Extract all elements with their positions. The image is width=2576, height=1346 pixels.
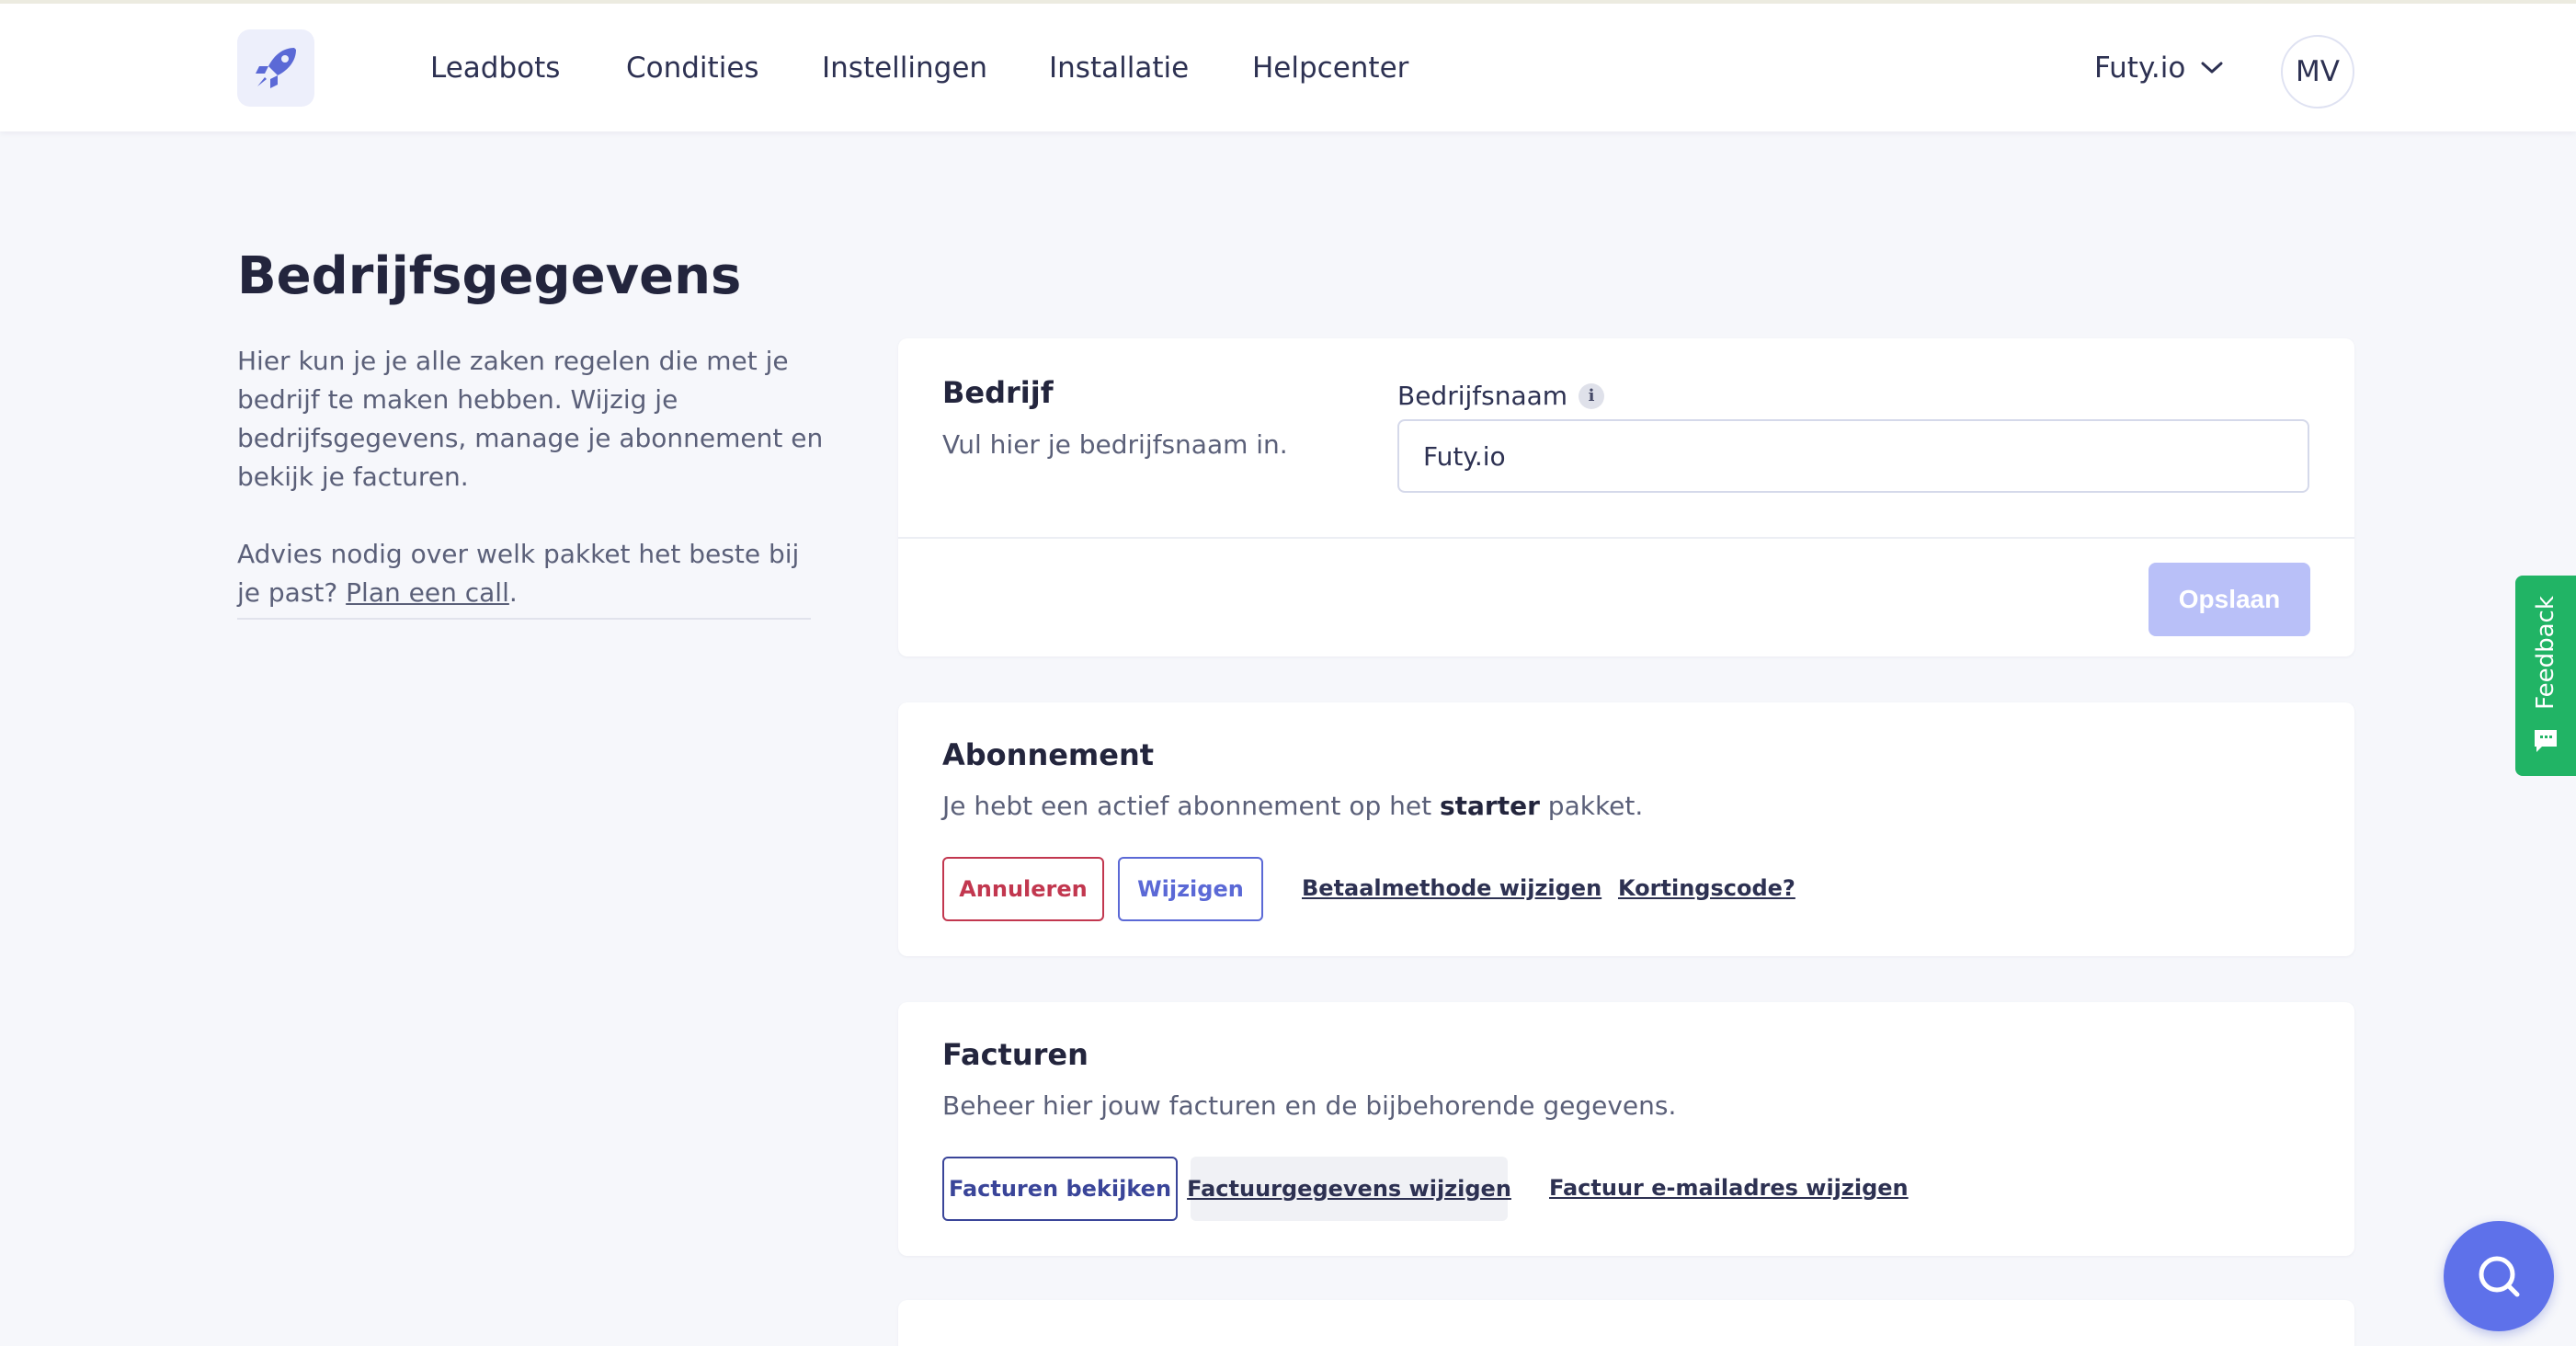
invoices-card: Facturen Beheer hier jouw facturen en de… — [898, 1002, 2354, 1256]
page-title: Bedrijfsgegevens — [237, 246, 742, 306]
account-switcher[interactable]: Futy.io — [2094, 51, 2224, 85]
plan-name: starter — [1439, 791, 1540, 821]
rocket-icon — [256, 48, 296, 88]
cancel-subscription-button[interactable]: Annuleren — [942, 857, 1104, 921]
company-name-input[interactable] — [1397, 419, 2309, 493]
futy-logo[interactable] — [237, 29, 314, 107]
next-card-partial — [898, 1300, 2354, 1346]
subscription-card: Abonnement Je hebt een actief abonnement… — [898, 702, 2354, 956]
intro-divider — [237, 618, 811, 620]
feedback-tab[interactable]: Feedback — [2515, 576, 2576, 776]
chevron-down-icon — [2201, 62, 2223, 74]
save-button[interactable]: Opslaan — [2149, 563, 2310, 636]
nav-condities[interactable]: Condities — [626, 51, 759, 85]
subscription-text: Je hebt een actief abonnement op het — [942, 791, 1440, 821]
nav-instellingen[interactable]: Instellingen — [822, 51, 987, 85]
advice-text: Advies nodig over welk pakket het beste … — [237, 539, 800, 608]
company-name-label-text: Bedrijfsnaam — [1397, 381, 1568, 411]
view-invoices-button[interactable]: Facturen bekijken — [942, 1157, 1178, 1221]
nav-leadbots[interactable]: Leadbots — [430, 51, 560, 85]
company-card-description: Vul hier je bedrijfsnaam in. — [942, 429, 1288, 460]
info-icon[interactable]: i — [1579, 382, 1605, 409]
subscription-card-title: Abonnement — [942, 737, 1155, 772]
top-navbar: Leadbots Condities Instellingen Installa… — [0, 0, 2576, 131]
invoices-card-title: Facturen — [942, 1037, 1089, 1072]
chat-icon — [2535, 730, 2557, 752]
change-invoice-email-link[interactable]: Factuur e-mailadres wijzigen — [1549, 1175, 1909, 1201]
intro-paragraph: Hier kun je je alle zaken regelen die me… — [237, 346, 824, 492]
advice-suffix: . — [508, 577, 518, 608]
search-icon — [2479, 1256, 2520, 1297]
change-payment-method-link[interactable]: Betaalmethode wijzigen — [1302, 875, 1601, 901]
nav-installatie[interactable]: Installatie — [1049, 51, 1189, 85]
user-avatar[interactable]: MV — [2281, 35, 2354, 108]
invoices-description: Beheer hier jouw facturen en de bijbehor… — [942, 1090, 1677, 1121]
subscription-text-suffix: pakket. — [1539, 791, 1644, 821]
company-name-label: Bedrijfsnaam i — [1397, 381, 1605, 411]
company-card-title: Bedrijf — [942, 375, 1054, 410]
change-invoice-details-button[interactable]: Factuurgegevens wijzigen — [1187, 1157, 1511, 1221]
help-search-button[interactable] — [2444, 1221, 2554, 1331]
company-card: Bedrijf Vul hier je bedrijfsnaam in. Bed… — [898, 338, 2354, 656]
card-divider — [898, 537, 2354, 539]
subscription-description: Je hebt een actief abonnement op het sta… — [942, 791, 1643, 821]
avatar-initials: MV — [2296, 55, 2340, 88]
intro-text: Hier kun je je alle zaken regelen die me… — [237, 342, 826, 612]
plan-call-link[interactable]: Plan een call — [346, 577, 509, 608]
discount-code-link[interactable]: Kortingscode? — [1618, 875, 1795, 901]
account-name: Futy.io — [2094, 51, 2186, 85]
change-subscription-button[interactable]: Wijzigen — [1118, 857, 1263, 921]
intro-advice-paragraph: Advies nodig over welk pakket het beste … — [237, 535, 826, 612]
nav-helpcenter[interactable]: Helpcenter — [1252, 51, 1408, 85]
feedback-label: Feedback — [2532, 596, 2559, 710]
